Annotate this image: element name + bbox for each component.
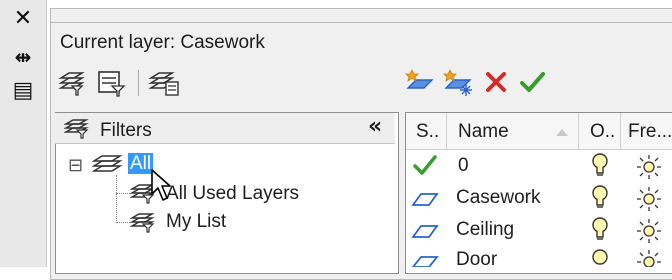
toolbar-separator [138, 70, 139, 96]
lightbulb-on-icon[interactable] [590, 216, 610, 244]
tree-item-my-list[interactable]: My List [166, 211, 226, 233]
tree-expander-icon[interactable]: ⊟ [68, 155, 83, 176]
layer-icon [411, 225, 439, 238]
column-header-status[interactable]: S.. [416, 121, 439, 143]
layer-states-manager-icon[interactable] [148, 68, 182, 98]
filter-icon [130, 213, 155, 233]
column-divider[interactable] [446, 113, 447, 149]
layer-name[interactable]: Ceiling [456, 219, 514, 241]
lightbulb-on-icon[interactable] [590, 248, 610, 267]
new-group-filter-icon[interactable] [96, 68, 128, 98]
layer-name[interactable]: 0 [458, 155, 469, 177]
collapse-filters-button[interactable]: « [368, 114, 382, 139]
properties-icon[interactable]: ▤ [8, 78, 38, 104]
sun-thawed-icon[interactable] [636, 250, 662, 267]
column-divider[interactable] [620, 113, 621, 149]
sun-thawed-icon[interactable] [636, 154, 662, 180]
new-layer-icon[interactable] [404, 68, 436, 98]
set-current-icon[interactable] [518, 68, 548, 98]
current-layer-label: Current layer: Casework [60, 32, 265, 53]
tree-line-branch-1 [116, 193, 130, 194]
filters-title: Filters [100, 120, 152, 141]
lightbulb-on-icon[interactable] [590, 184, 610, 212]
layer-icon [411, 193, 439, 206]
layer-name[interactable]: Door [456, 249, 497, 271]
close-icon[interactable]: ✕ [8, 6, 38, 32]
palette-side-strip: ✕ ⇹ ▤ [0, 0, 47, 267]
column-header-on[interactable]: O.. [590, 121, 615, 143]
column-header-freeze[interactable]: Fre... [628, 121, 672, 143]
sort-ascending-icon [556, 129, 568, 136]
filter-icon [64, 119, 89, 139]
mouse-cursor-icon [151, 169, 171, 201]
sun-thawed-icon[interactable] [636, 186, 662, 212]
layer-icon [411, 256, 439, 267]
layers-all-icon [92, 155, 123, 172]
new-property-filter-icon[interactable] [58, 68, 88, 98]
lightbulb-on-icon[interactable] [590, 152, 610, 180]
sun-thawed-icon[interactable] [636, 218, 662, 244]
new-layer-vp-frozen-icon[interactable] [442, 68, 474, 98]
column-header-name[interactable]: Name [458, 121, 509, 143]
tree-line-vertical [116, 175, 117, 223]
current-layer-check-icon [413, 155, 437, 175]
palette-header-line [50, 22, 672, 23]
column-divider[interactable] [578, 113, 579, 149]
delete-layer-icon[interactable] [482, 68, 512, 98]
tree-item-all-used-layers[interactable]: All Used Layers [166, 183, 299, 205]
layer-name[interactable]: Casework [456, 187, 540, 209]
auto-hide-icon[interactable]: ⇹ [8, 44, 38, 70]
tree-line-branch-2 [116, 222, 130, 223]
